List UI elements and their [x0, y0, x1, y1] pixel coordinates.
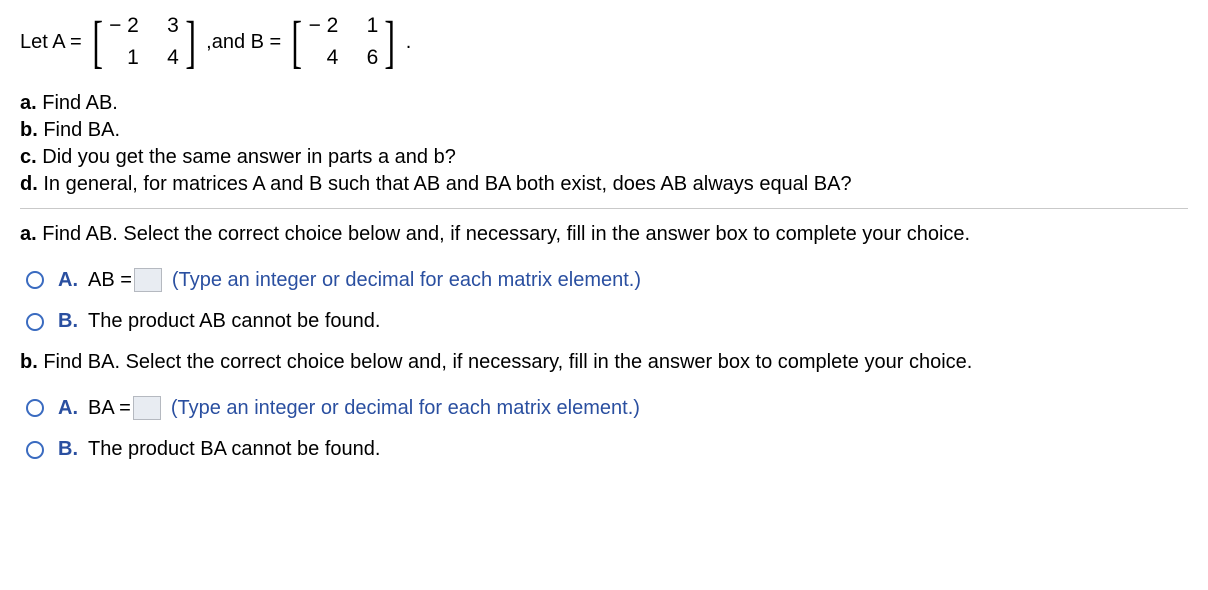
problem-statement: Let A = [ − 2 3 1 4 ] , and B = [ − 2 1 … — [20, 10, 1188, 74]
ab-hint: (Type an integer or decimal for each mat… — [172, 269, 641, 292]
radio-b-option-b[interactable] — [26, 441, 44, 459]
ab-answer-input[interactable] — [134, 268, 162, 292]
and-b-text: and B = — [212, 31, 282, 54]
radio-b-option-a[interactable] — [26, 399, 44, 417]
question-c: c. Did you get the same answer in parts … — [20, 146, 1188, 169]
choice-letter: B. — [58, 310, 78, 333]
cell: 4 — [309, 46, 339, 70]
prompt-text: Find BA. Select the correct choice below… — [38, 351, 973, 373]
q-text: Did you get the same answer in parts a a… — [37, 146, 456, 168]
q-label: a. — [20, 92, 37, 114]
prompt-text: Find AB. Select the correct choice below… — [37, 223, 970, 245]
ba-hint: (Type an integer or decimal for each mat… — [171, 397, 640, 420]
q-label: d. — [20, 173, 38, 195]
cell: − 2 — [109, 14, 139, 38]
matrix-b-cells: − 2 1 4 6 — [307, 10, 381, 74]
left-bracket-icon: [ — [92, 17, 103, 66]
divider — [20, 208, 1188, 209]
radio-a-option-b[interactable] — [26, 313, 44, 331]
matrix-a: [ − 2 3 1 4 ] — [88, 10, 200, 74]
part-a-prompt: a. Find AB. Select the correct choice be… — [20, 223, 1188, 246]
q-label: b. — [20, 119, 38, 141]
cell: − 2 — [309, 14, 339, 38]
prompt-label: b. — [20, 351, 38, 373]
choice-letter: A. — [58, 269, 78, 292]
question-d: d. In general, for matrices A and B such… — [20, 173, 1188, 196]
q-text: Find AB. — [37, 92, 118, 114]
choice-letter: A. — [58, 397, 78, 420]
choice-letter: B. — [58, 438, 78, 461]
question-a: a. Find AB. — [20, 92, 1188, 115]
part-a-choice-b: B. The product AB cannot be found. — [26, 310, 1188, 333]
part-a-choice-a: A. AB = (Type an integer or decimal for … — [26, 268, 1188, 292]
ba-equals-text: BA = — [88, 397, 131, 420]
cell: 4 — [153, 46, 179, 70]
q-text: Find BA. — [38, 119, 120, 141]
ab-equals-text: AB = — [88, 269, 132, 292]
choice-text: The product BA cannot be found. — [88, 438, 380, 461]
q-label: c. — [20, 146, 37, 168]
prompt-label: a. — [20, 223, 37, 245]
period-sep: . — [406, 31, 412, 54]
question-b: b. Find BA. — [20, 119, 1188, 142]
cell: 3 — [153, 14, 179, 38]
right-bracket-icon: ] — [185, 17, 196, 66]
right-bracket-icon: ] — [385, 17, 396, 66]
part-b-choice-b: B. The product BA cannot be found. — [26, 438, 1188, 461]
left-bracket-icon: [ — [292, 17, 303, 66]
part-b-prompt: b. Find BA. Select the correct choice be… — [20, 351, 1188, 374]
ba-answer-input[interactable] — [133, 396, 161, 420]
question-list: a. Find AB. b. Find BA. c. Did you get t… — [20, 92, 1188, 196]
part-b-choice-a: A. BA = (Type an integer or decimal for … — [26, 396, 1188, 420]
matrix-b: [ − 2 1 4 6 ] — [287, 10, 399, 74]
cell: 1 — [109, 46, 139, 70]
q-text: In general, for matrices A and B such th… — [38, 173, 852, 195]
let-a-text: Let A = — [20, 31, 82, 54]
cell: 6 — [352, 46, 378, 70]
choice-text: The product AB cannot be found. — [88, 310, 380, 333]
radio-a-option-a[interactable] — [26, 271, 44, 289]
cell: 1 — [352, 14, 378, 38]
matrix-a-cells: − 2 3 1 4 — [107, 10, 181, 74]
